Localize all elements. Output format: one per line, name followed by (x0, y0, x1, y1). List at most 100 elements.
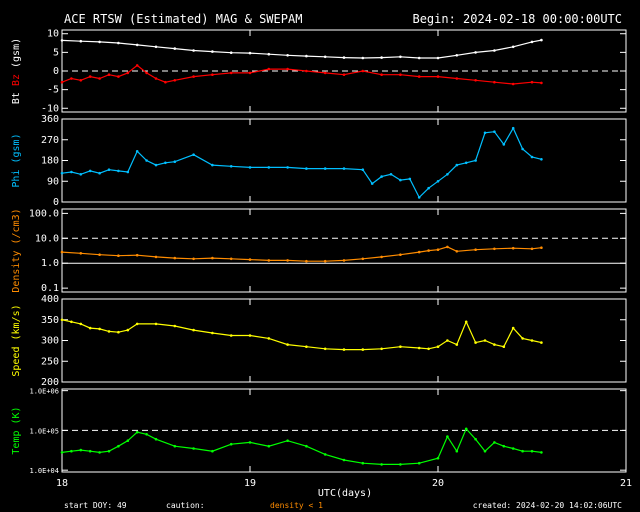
ytick-label-phi: 0 (53, 197, 59, 208)
data-point-phi (540, 158, 543, 161)
data-point-speed (286, 343, 289, 346)
data-point-bt (117, 41, 120, 45)
data-point-bz (380, 73, 383, 76)
data-point-phi (145, 159, 148, 162)
data-point-speed (511, 326, 515, 330)
data-point-bz (248, 71, 252, 75)
data-point-speed (154, 322, 158, 326)
data-point-bt (474, 51, 477, 54)
data-point-density (446, 245, 449, 249)
data-point-bt (530, 40, 534, 44)
data-point-density (511, 246, 515, 250)
data-point-phi (192, 153, 195, 156)
data-point-temp (117, 444, 120, 448)
series-line-density (61, 246, 542, 262)
data-point-phi (417, 196, 421, 199)
ytick-label-mag: 10 (47, 29, 59, 40)
data-point-density (211, 256, 214, 260)
ytick-label-mag: 0 (53, 66, 59, 77)
ytick-label-speed: 350 (41, 315, 59, 326)
data-point-speed (361, 348, 365, 351)
data-point-bz (117, 75, 120, 78)
data-point-bz (126, 71, 130, 75)
data-point-bt (135, 43, 139, 47)
data-point-phi (248, 166, 252, 169)
data-point-temp (267, 444, 271, 448)
data-point-density (79, 252, 83, 255)
ytick-label-density: 10.0 (35, 233, 59, 244)
data-point-density (399, 253, 402, 256)
data-point-phi (483, 131, 487, 135)
data-point-density (229, 257, 233, 261)
data-point-phi (126, 170, 130, 174)
ytick-label-mag: 5 (53, 47, 59, 58)
data-point-bz (79, 79, 83, 82)
data-point-bt (399, 55, 402, 59)
data-point-phi (267, 166, 271, 169)
data-point-bz (436, 75, 440, 78)
data-point-bz (342, 73, 346, 76)
data-point-bz (70, 77, 73, 80)
data-point-density (192, 257, 195, 261)
data-point-temp (464, 427, 468, 431)
data-point-bt (267, 52, 271, 56)
panel-phi: 360 270 180 90 0 Phi (gsm) (11, 114, 627, 208)
start-doy: start DOY: 49 (64, 501, 127, 510)
data-point-phi (389, 173, 393, 176)
ace-rtsw-chart: ACE RTSW (Estimated) MAG & SWEPAM Begin:… (11, 12, 632, 510)
data-point-speed (446, 339, 449, 342)
data-point-phi (164, 161, 167, 165)
data-point-bz (145, 71, 148, 75)
data-point-density (135, 253, 139, 257)
ylabel-part: (km/s) (11, 304, 22, 346)
data-point-bt (154, 45, 158, 49)
data-point-phi (229, 165, 233, 168)
ylabel-part: Temp (11, 431, 22, 455)
ylabel-temp: Temp (K) (11, 406, 22, 454)
ytick-label-phi: 270 (41, 135, 59, 146)
data-point-bz (107, 73, 111, 76)
data-point-density (380, 255, 383, 259)
data-point-density (248, 258, 252, 261)
data-point-density (455, 250, 459, 253)
xtick-label: 21 (620, 478, 632, 489)
panel-temp: 1.0E+06 1.0E+05 1.0E+04 Temp (K) (11, 388, 627, 475)
data-point-phi (107, 168, 111, 171)
ytick-label-temp: 1.0E+05 (29, 427, 59, 435)
data-point-speed (192, 328, 195, 332)
data-point-speed (427, 347, 430, 351)
data-point-density (417, 250, 421, 254)
data-point-density (117, 254, 120, 257)
data-point-speed (342, 348, 346, 351)
data-point-speed (88, 326, 92, 330)
data-point-bz (192, 75, 195, 78)
series-line-bz (61, 64, 542, 85)
ylabel-part: Density (11, 251, 22, 293)
xtick-label: 18 (56, 478, 68, 489)
ylabel-part: (gsm) (11, 38, 22, 74)
data-point-temp (380, 463, 383, 466)
data-point-density (361, 257, 365, 261)
data-point-speed (229, 334, 233, 337)
data-point-speed (436, 345, 440, 349)
data-point-temp (145, 433, 148, 436)
data-point-speed (211, 331, 214, 335)
data-point-bz (164, 80, 167, 84)
data-point-temp (493, 441, 496, 444)
data-point-phi (380, 175, 383, 178)
data-point-speed (530, 339, 534, 342)
data-point-temp (342, 458, 346, 462)
data-point-bt (323, 55, 327, 59)
begin-time: Begin: 2024-02-18 00:00:00UTC (412, 12, 622, 26)
data-point-speed (126, 328, 130, 332)
ylabel-part: (/cm3) (11, 208, 22, 250)
data-point-temp (126, 439, 130, 443)
density-caution-note: density < 1 (270, 501, 323, 510)
ylabel-part: Bz (11, 74, 22, 92)
data-point-temp (211, 449, 214, 453)
data-point-bt (380, 56, 383, 59)
data-point-phi (408, 177, 412, 181)
ytick-label-speed: 400 (41, 294, 59, 305)
panel-frame-speed (61, 298, 627, 383)
ytick-label-density: 0.1 (41, 283, 59, 294)
